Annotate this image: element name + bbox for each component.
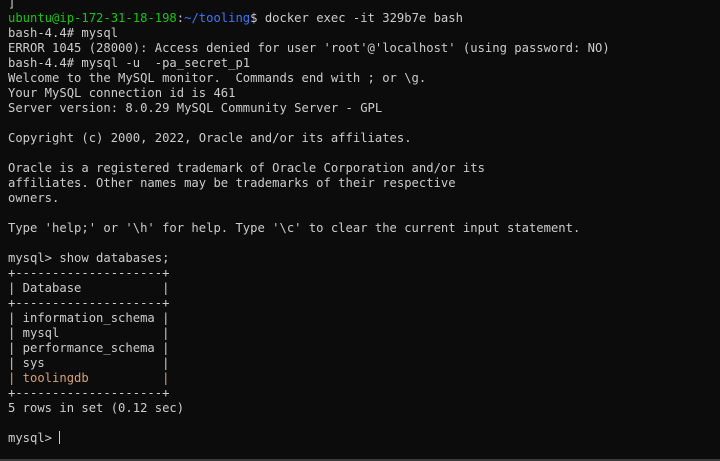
table-row-highlighted: | toolingdb | (8, 371, 170, 385)
output-line: ] (8, 0, 16, 10)
output-line: Welcome to the MySQL monitor. Commands e… (8, 71, 427, 85)
output-line: bash-4.4# mysql -u -pa_secret_p1 (8, 56, 251, 70)
prompt-command: $ docker exec -it 329b7e bash (250, 11, 463, 25)
output-line: Your MySQL connection id is 461 (8, 86, 236, 100)
table-border: +--------------------+ (8, 386, 170, 400)
output-line: Copyright (c) 2000, 2022, Oracle and/or … (8, 131, 412, 145)
output-line: affiliates. Other names may be trademark… (8, 176, 456, 190)
mysql-command-line: mysql> show databases; (8, 251, 170, 265)
table-header: | Database | (8, 281, 170, 295)
table-row: | performance_schema | (8, 341, 170, 355)
table-row: | information_schema | (8, 311, 170, 325)
shell-prompt-line: ubuntu@ip-172-31-18-198:~/tooling$ docke… (8, 11, 720, 26)
error-line: ERROR 1045 (28000): Access denied for us… (8, 41, 610, 55)
output-line: Type 'help;' or '\h' for help. Type '\c'… (8, 221, 581, 235)
table-row: | mysql | (8, 326, 170, 340)
table-border: +--------------------+ (8, 266, 170, 280)
table-border: +--------------------+ (8, 296, 170, 310)
text-cursor (59, 431, 61, 444)
terminal-output: ] ubuntu@ip-172-31-18-198:~/tooling$ doc… (8, 0, 720, 446)
output-line: bash-4.4# mysql (8, 26, 119, 40)
mysql-input-line[interactable]: mysql> (8, 431, 720, 446)
output-line: Oracle is a registered trademark of Orac… (8, 161, 485, 175)
output-line: owners. (8, 191, 60, 205)
prompt-user-host: ubuntu@ip-172-31-18-198 (8, 11, 177, 25)
terminal-window[interactable]: ] ubuntu@ip-172-31-18-198:~/tooling$ doc… (0, 0, 720, 461)
output-line: Server version: 8.0.29 MySQL Community S… (8, 101, 383, 115)
prompt-path: ~/tooling (184, 11, 251, 25)
prompt-colon: : (176, 11, 185, 25)
table-row: | sys | (8, 356, 170, 370)
mysql-prompt: mysql> (8, 431, 60, 445)
result-summary: 5 rows in set (0.12 sec) (8, 401, 185, 415)
